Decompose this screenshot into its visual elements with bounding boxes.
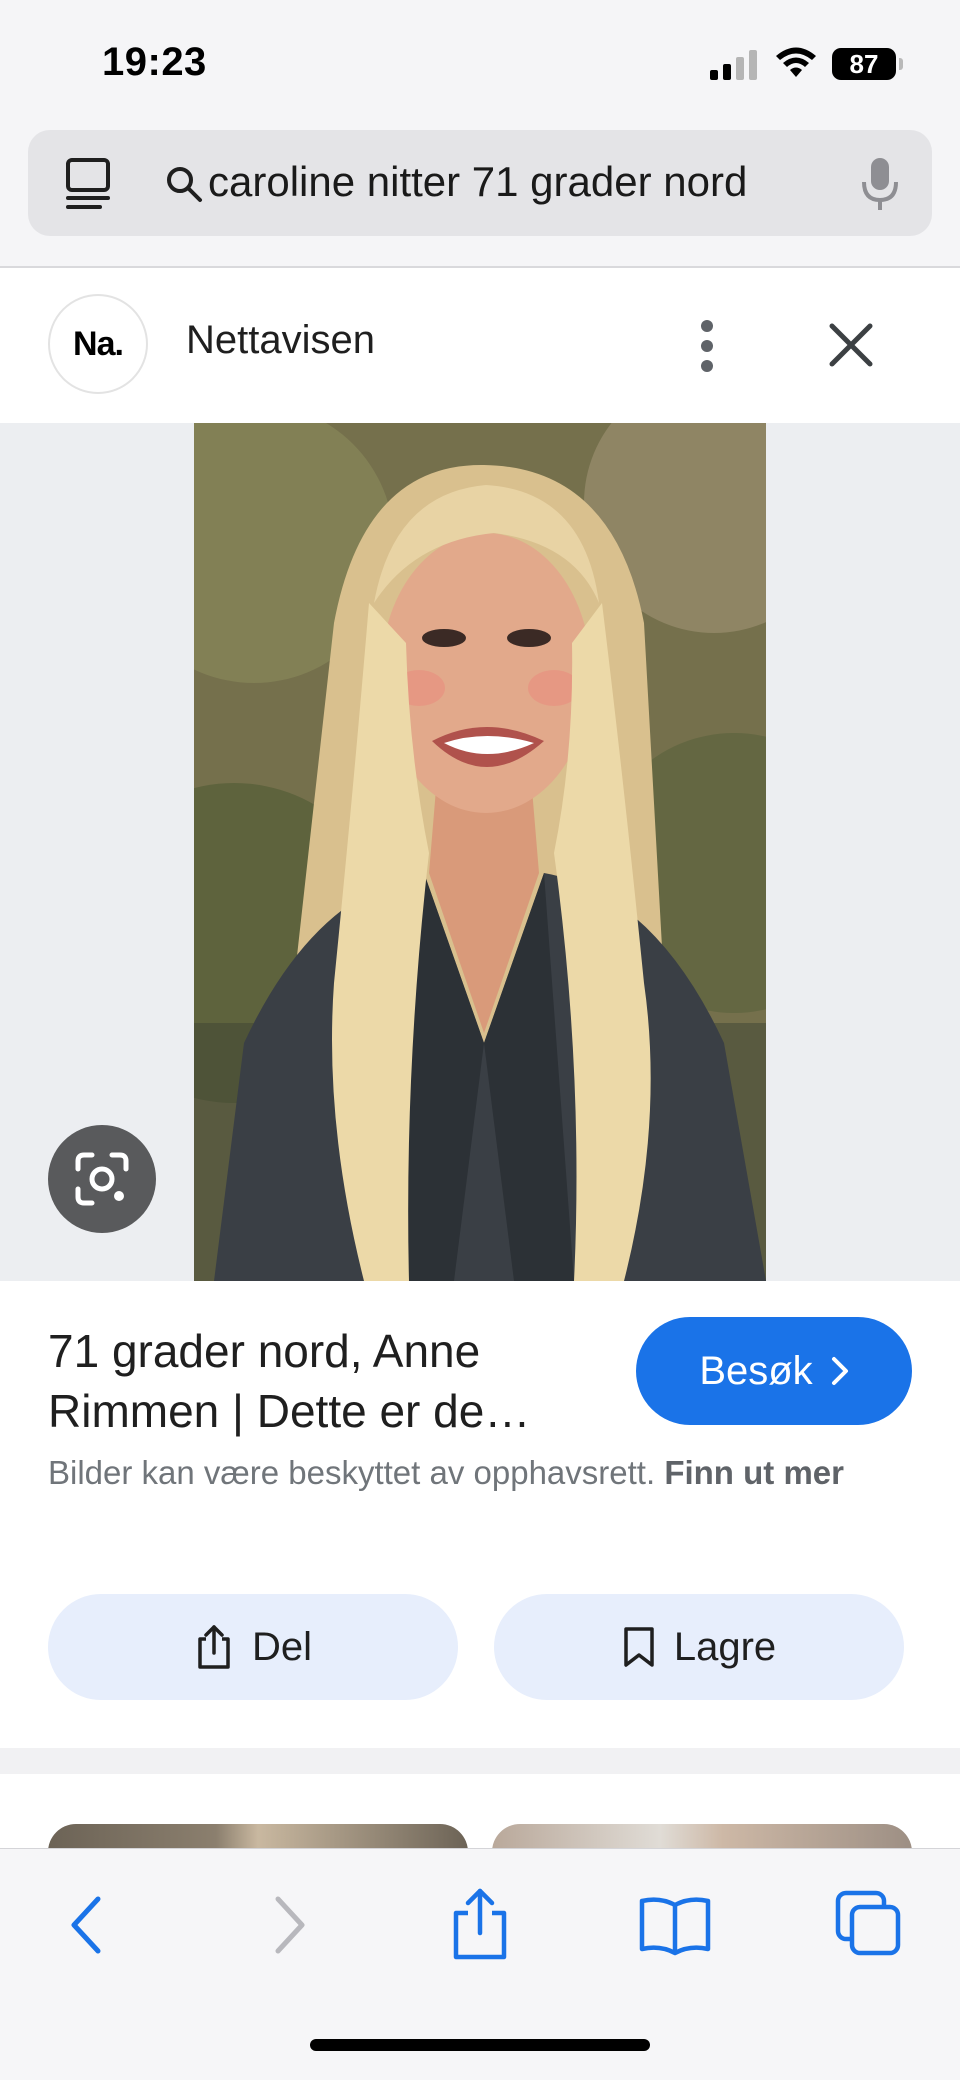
battery-level: 87 — [849, 48, 879, 79]
save-label: Lagre — [673, 1624, 777, 1669]
browser-toolbar — [0, 1848, 960, 2080]
copyright-text: Bilder kan være beskyttet av opphavsrett… — [48, 1454, 656, 1491]
chevron-right-icon — [831, 1357, 848, 1385]
battery-cap — [899, 58, 903, 70]
search-icon — [167, 167, 202, 202]
result-info-card: 71 grader nord, Anne Rimmen | Dette er d… — [0, 1281, 960, 1748]
home-indicator — [310, 2039, 650, 2051]
share-label: Del — [251, 1624, 313, 1669]
copyright-notice: Bilder kan være beskyttet av opphavsrett… — [48, 1449, 888, 1497]
source-logo-text: Na. — [67, 313, 129, 375]
status-bar: 19:23 87 — [0, 0, 960, 120]
tabs-icon[interactable] — [64, 156, 114, 212]
source-logo[interactable]: Na. — [48, 294, 148, 394]
google-lens-icon — [75, 1152, 129, 1206]
source-row: Na. Nettavisen — [0, 268, 960, 423]
visit-label: Besøk — [699, 1348, 813, 1393]
bookmark-icon — [624, 1627, 654, 1667]
bookmarks-icon[interactable] — [638, 1893, 712, 1957]
search-query[interactable]: caroline nitter 71 grader nord — [208, 158, 747, 206]
related-thumbnail[interactable] — [48, 1824, 468, 1848]
search-bar[interactable]: caroline nitter 71 grader nord — [28, 130, 932, 236]
back-icon[interactable] — [66, 1893, 106, 1957]
image-viewer — [0, 423, 960, 1281]
google-lens-button[interactable] — [48, 1125, 156, 1233]
status-icons: 87 — [710, 44, 903, 84]
microphone-icon[interactable] — [860, 154, 900, 214]
share-icon — [198, 1625, 230, 1669]
save-button[interactable]: Lagre — [494, 1594, 904, 1700]
visit-button[interactable]: Besøk — [636, 1317, 912, 1425]
signal-icon — [710, 50, 757, 80]
portrait-illustration — [194, 423, 766, 1281]
share-icon[interactable] — [450, 1887, 510, 1961]
related-thumbnail[interactable] — [492, 1824, 912, 1848]
battery-icon: 87 — [832, 48, 903, 80]
status-time: 19:23 — [102, 40, 207, 84]
result-title[interactable]: 71 grader nord, Anne Rimmen | Dette er d… — [48, 1321, 608, 1441]
result-image[interactable] — [194, 423, 766, 1281]
share-button[interactable]: Del — [48, 1594, 458, 1700]
learn-more-link[interactable]: Finn ut mer — [664, 1454, 844, 1491]
wifi-icon — [776, 47, 816, 77]
forward-icon[interactable] — [270, 1893, 310, 1957]
section-divider — [0, 1748, 960, 1774]
close-icon[interactable] — [826, 320, 876, 370]
related-results — [0, 1774, 960, 1848]
source-name[interactable]: Nettavisen — [186, 318, 375, 363]
tabs-overview-icon[interactable] — [834, 1889, 904, 1959]
more-vert-icon[interactable] — [692, 316, 722, 376]
